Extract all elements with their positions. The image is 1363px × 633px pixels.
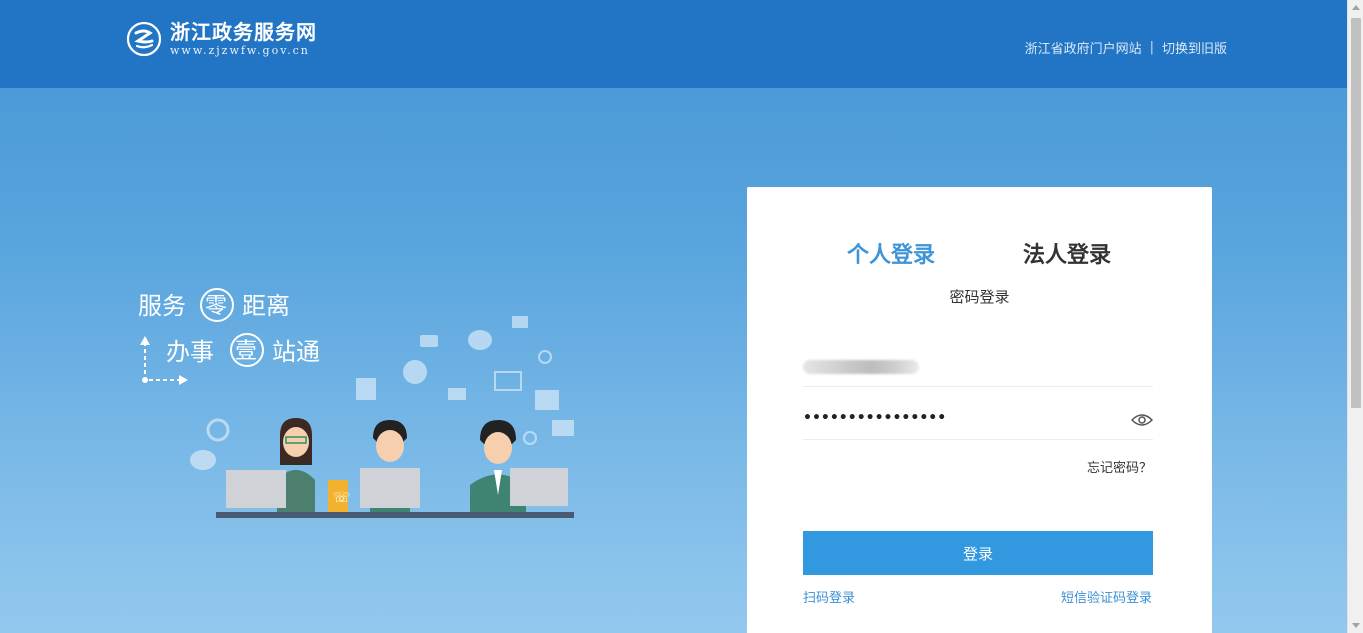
old-version-link[interactable]: 切换到旧版 bbox=[1162, 38, 1227, 57]
username-field[interactable] bbox=[803, 347, 1153, 387]
password-value: •••••••••••••••• bbox=[803, 410, 947, 426]
sms-login-link[interactable]: 短信验证码登录 bbox=[1061, 587, 1152, 606]
password-field[interactable]: •••••••••••••••• bbox=[803, 400, 1153, 440]
service-illustration: 服务 零 距离 办事 壹 站通 ☏ bbox=[138, 288, 574, 518]
link-separator: | bbox=[1149, 40, 1154, 55]
logo-icon bbox=[126, 21, 162, 57]
slogan-line1-b: 距离 bbox=[242, 292, 290, 320]
username-value-blurred bbox=[803, 360, 919, 374]
slogan-line2-circle: 壹 bbox=[235, 339, 257, 364]
slogan-line2-a: 办事 bbox=[166, 338, 214, 366]
slogan-line1-circle: 零 bbox=[205, 294, 227, 319]
arrow-down-icon[interactable] bbox=[1352, 623, 1360, 628]
tab-personal-login[interactable]: 个人登录 bbox=[847, 237, 935, 269]
page-background: 浙江政务服务网 www.zjzwfw.gov.cn 浙江省政府门户网站 | 切换… bbox=[0, 0, 1347, 633]
header: 浙江政务服务网 www.zjzwfw.gov.cn 浙江省政府门户网站 | 切换… bbox=[0, 0, 1347, 88]
login-card: 个人登录 法人登录 密码登录 •••••••••••••••• 忘记密码？ 登录… bbox=[747, 187, 1212, 633]
qr-login-link[interactable]: 扫码登录 bbox=[803, 587, 855, 606]
login-mode-label: 密码登录 bbox=[949, 288, 1010, 306]
logo-url: www.zjzwfw.gov.cn bbox=[170, 44, 310, 57]
forgot-password-link[interactable]: 忘记密码？ bbox=[1087, 457, 1152, 476]
logo-title: 浙江政务服务网 bbox=[170, 20, 317, 44]
eye-icon[interactable] bbox=[1131, 412, 1153, 428]
header-links: 浙江省政府门户网站 | 切换到旧版 bbox=[1025, 38, 1227, 57]
svg-text:☏: ☏ bbox=[333, 490, 351, 506]
arrow-up-icon[interactable] bbox=[1352, 5, 1360, 10]
site-logo[interactable]: 浙江政务服务网 www.zjzwfw.gov.cn bbox=[126, 20, 317, 58]
login-button[interactable]: 登录 bbox=[803, 531, 1153, 575]
login-tabs: 个人登录 法人登录 bbox=[747, 237, 1212, 273]
tab-legal-login[interactable]: 法人登录 bbox=[1023, 237, 1111, 269]
portal-link[interactable]: 浙江省政府门户网站 bbox=[1025, 38, 1142, 57]
slogan-line2-b: 站通 bbox=[272, 338, 320, 366]
slogan-line1-a: 服务 bbox=[138, 292, 186, 320]
vertical-scrollbar[interactable] bbox=[1347, 0, 1363, 633]
scroll-thumb[interactable] bbox=[1351, 18, 1361, 408]
